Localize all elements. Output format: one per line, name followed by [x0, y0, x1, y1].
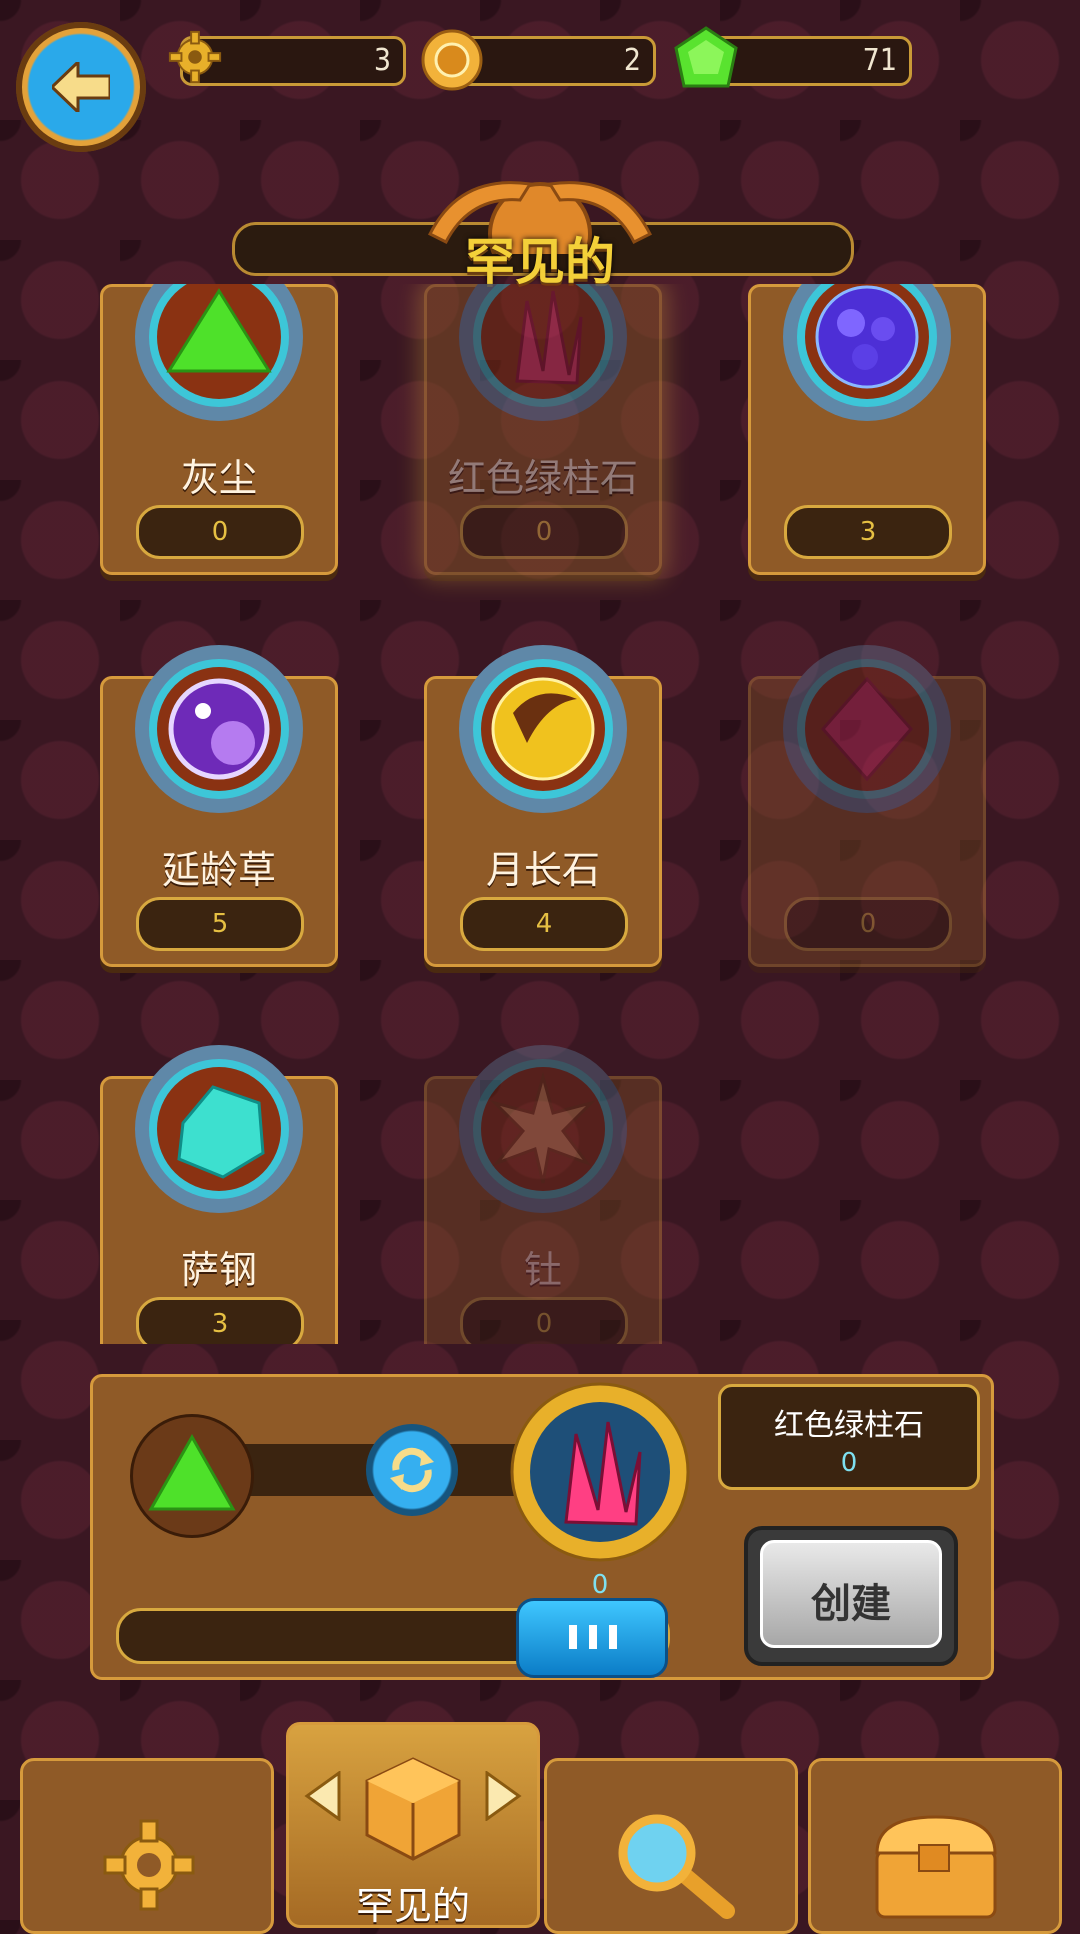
- tab-category[interactable]: 罕见的: [286, 1722, 540, 1928]
- quantity-slider-handle[interactable]: [516, 1598, 668, 1678]
- target-name: 红色绿柱石: [774, 1408, 924, 1443]
- item-card-blue-ore[interactable]: 3: [748, 284, 986, 575]
- purple-orb-icon: [135, 645, 303, 813]
- grip-icon: [569, 1625, 617, 1649]
- item-count: 0: [460, 505, 628, 559]
- swap-button[interactable]: [366, 1424, 458, 1516]
- item-count: 3: [784, 505, 952, 559]
- item-card-thorium[interactable]: 钍 0: [424, 1045, 662, 1344]
- item-name: 红色绿柱石: [447, 456, 638, 500]
- pink-gem-icon: [783, 645, 951, 813]
- item-name: 萨钢: [180, 1248, 257, 1292]
- red-crystal-icon: [459, 284, 627, 421]
- item-count: 0: [784, 897, 952, 951]
- moonstone-icon: [459, 645, 627, 813]
- back-arrow-icon: [52, 62, 110, 112]
- green-gem-icon: [674, 26, 738, 88]
- treasure-chest-icon: [875, 1815, 997, 1919]
- arrow-right-icon[interactable]: [483, 1771, 523, 1821]
- magnifier-icon: [618, 1814, 735, 1919]
- item-count: 5: [136, 897, 304, 951]
- tab-settings[interactable]: [20, 1758, 274, 1934]
- dice-cube-icon: [365, 1757, 461, 1861]
- tab-label: 罕见的: [355, 1884, 470, 1928]
- item-count: 4: [460, 897, 628, 951]
- item-card-locked-gem[interactable]: 0: [748, 645, 986, 967]
- item-name: 灰尘: [180, 456, 257, 500]
- target-count: 0: [840, 1448, 858, 1478]
- create-button[interactable]: 创建: [744, 1526, 958, 1666]
- result-count: 0: [591, 1570, 609, 1600]
- item-card-sa-steel[interactable]: 萨钢 3: [100, 1045, 338, 1344]
- item-count: 0: [460, 1297, 628, 1344]
- result-crystal-icon: [510, 1382, 690, 1562]
- coin-count: 2: [623, 43, 641, 78]
- refresh-icon: [390, 1447, 434, 1493]
- blue-ore-icon: [783, 284, 951, 421]
- cyan-crystal-icon: [135, 1045, 303, 1213]
- item-card-red-beryl[interactable]: 红色绿柱石 0: [424, 284, 662, 575]
- gold-coin-icon: [421, 29, 483, 91]
- gear-icon: [103, 1819, 195, 1911]
- green-dust-icon: [148, 1433, 236, 1511]
- tab-storage[interactable]: [808, 1758, 1062, 1934]
- create-button-face: 创建: [760, 1540, 942, 1648]
- gear-count: 3: [373, 43, 391, 78]
- tab-search[interactable]: [544, 1758, 798, 1934]
- green-dust-icon: [135, 284, 303, 421]
- gear-icon: [168, 30, 222, 84]
- arrow-left-icon[interactable]: [303, 1771, 343, 1821]
- item-count: 0: [136, 505, 304, 559]
- item-count: 3: [136, 1297, 304, 1344]
- item-card-moonstone[interactable]: 月长石 4: [424, 645, 662, 967]
- ingredient-slot[interactable]: [130, 1414, 254, 1538]
- item-grid: 灰尘 0 红色绿柱石 0 3 延龄草 5 月长石 4 0 萨钢 3 钍 0: [0, 284, 1080, 1344]
- item-name: 月长石: [485, 848, 600, 892]
- item-card-trillium[interactable]: 延龄草 5: [100, 645, 338, 967]
- item-name: 钍: [523, 1248, 562, 1292]
- create-label: 创建: [811, 1581, 891, 1627]
- gem-count: 71: [862, 43, 897, 78]
- thorium-icon: [459, 1045, 627, 1213]
- back-button[interactable]: [16, 22, 146, 152]
- item-card-dust[interactable]: 灰尘 0: [100, 284, 338, 575]
- item-name: 延龄草: [161, 848, 276, 892]
